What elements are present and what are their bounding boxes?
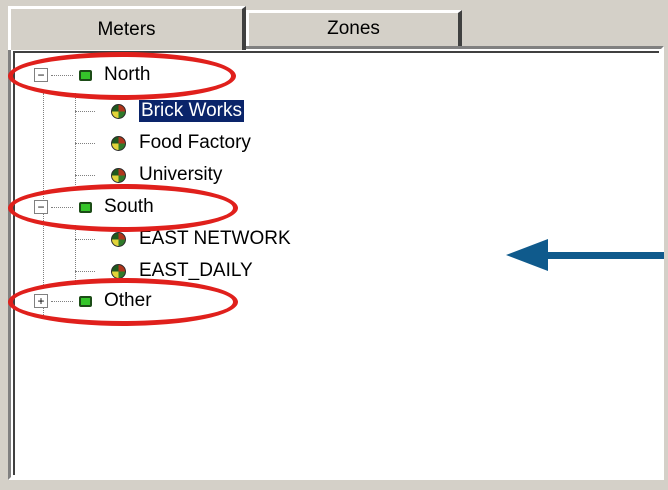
tab-zones-label: Zones xyxy=(327,17,380,39)
highlight-ellipse-north xyxy=(8,52,236,100)
tree-item-label: University xyxy=(139,164,223,185)
tree-line xyxy=(75,271,95,272)
meter-icon xyxy=(111,167,126,183)
highlight-ellipse-other xyxy=(8,278,238,326)
tree-line xyxy=(75,143,95,144)
tab-strip: Meters Zones xyxy=(8,6,668,50)
tree-item-food-factory[interactable]: Food Factory xyxy=(111,129,251,157)
tab-meters[interactable]: Meters xyxy=(8,6,246,50)
tree-line xyxy=(75,225,76,285)
tree-item-label: Brick Works xyxy=(138,99,245,123)
tree-line xyxy=(75,93,76,185)
tree-line xyxy=(75,111,95,112)
meter-icon xyxy=(111,103,126,119)
tab-meters-label: Meters xyxy=(97,18,156,40)
meter-icon xyxy=(111,135,126,151)
tree-item-brick-works[interactable]: Brick Works xyxy=(111,97,245,125)
tree-line xyxy=(75,175,95,176)
meter-icon xyxy=(111,231,126,247)
tree-line xyxy=(75,239,95,240)
arrow-left-icon xyxy=(506,239,664,271)
highlight-ellipse-south xyxy=(8,184,238,232)
tree-item-label: EAST NETWORK xyxy=(139,228,291,249)
tree-item-label: Food Factory xyxy=(139,132,251,153)
tab-zones[interactable]: Zones xyxy=(246,10,462,48)
meter-icon xyxy=(111,263,126,279)
